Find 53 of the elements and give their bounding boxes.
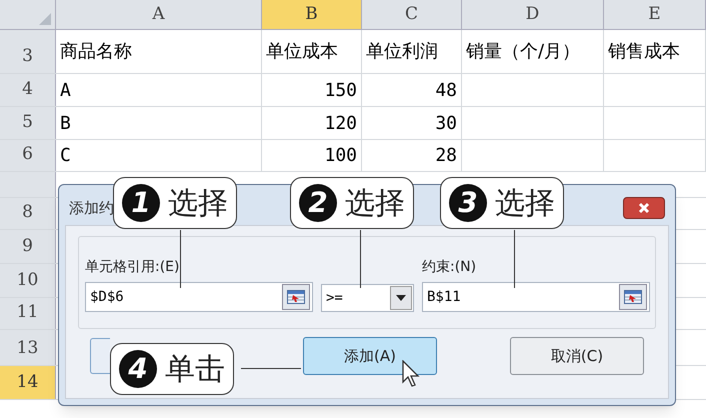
cell-reference-field[interactable]: $D$6 [85, 282, 313, 312]
close-button[interactable] [623, 197, 665, 219]
column-header[interactable]: D [462, 0, 604, 29]
step-number: 3 [449, 184, 487, 222]
close-icon [638, 202, 650, 214]
column-header[interactable]: B [262, 0, 362, 29]
callout-text: 选择 [345, 184, 405, 222]
table-cell-text: 150 [324, 78, 357, 102]
table-cell-text: 100 [324, 144, 357, 168]
step-number: 1 [122, 184, 160, 222]
callout-text: 选择 [495, 184, 555, 222]
table-cell-text: 商品名称 [60, 40, 132, 64]
ok-button[interactable] [90, 338, 110, 374]
table-cell-text: 单位利润 [366, 40, 438, 64]
operator-dropdown[interactable]: >= [321, 284, 414, 312]
table-cell-text: A [60, 78, 71, 102]
column-header[interactable]: E [604, 0, 706, 29]
range-picker-icon [287, 290, 305, 304]
dropdown-arrow-icon [396, 295, 406, 301]
dialog-title: 添加约 [69, 198, 114, 219]
range-picker-icon [624, 290, 642, 304]
callout-text: 选择 [168, 184, 228, 222]
mouse-pointer-icon [402, 360, 422, 388]
table-cell-text: 28 [435, 144, 457, 168]
leader-line [241, 368, 301, 369]
callout-text: 单击 [165, 350, 225, 388]
table-cell-text: B [60, 112, 71, 136]
row-header[interactable]: 5 [0, 107, 56, 139]
column-header[interactable]: C [362, 0, 462, 29]
constraint-label: 约束:(N) [422, 258, 478, 277]
cell-reference-label: 单元格引用:(E) [85, 258, 180, 277]
row-header[interactable]: 10 [0, 264, 56, 297]
row-header[interactable]: 6 [0, 140, 56, 171]
row-header[interactable]: 11 [0, 298, 56, 329]
table-cell-text: 30 [435, 112, 457, 136]
corner-triangle-icon [39, 13, 51, 25]
row-header[interactable]: 4 [0, 74, 56, 106]
row-header[interactable]: 14 [0, 366, 56, 399]
table-cell-text: 销量（个/月） [466, 40, 580, 64]
dialog-button[interactable]: 添加(A) [303, 337, 437, 375]
step-number: 4 [119, 350, 157, 388]
table-cell-text: 48 [435, 78, 457, 102]
table-cell-text: 120 [324, 112, 357, 136]
dialog-button[interactable]: 取消(C) [510, 337, 644, 375]
row-header[interactable]: 3 [0, 30, 56, 73]
constraint-field[interactable]: B$11 [422, 282, 650, 312]
table-cell-text: 销售成本 [608, 40, 680, 64]
table-cell-text: 单位成本 [266, 40, 338, 64]
step-number: 2 [299, 184, 337, 222]
row-header[interactable]: 8 [0, 198, 56, 229]
row-header[interactable]: 13 [0, 330, 56, 365]
table-cell-text: C [60, 144, 71, 168]
row-header[interactable]: 9 [0, 230, 56, 263]
